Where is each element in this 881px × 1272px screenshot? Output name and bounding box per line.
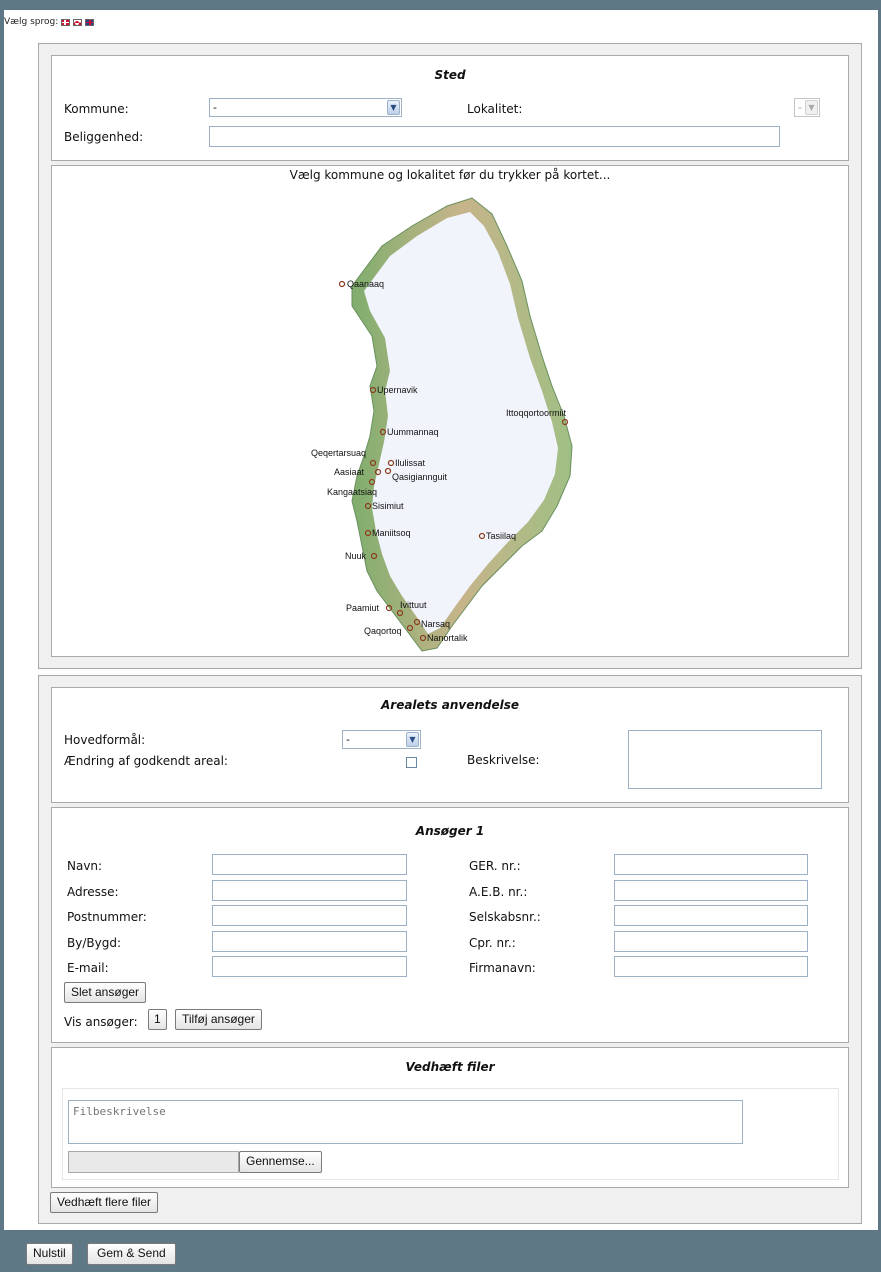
town-label: Maniitsoq bbox=[372, 528, 411, 538]
inland-ice bbox=[364, 212, 558, 634]
kommune-select[interactable]: - ▼ bbox=[209, 98, 402, 117]
town-label: Kangaatsiaq bbox=[327, 487, 377, 497]
file-attachment-row: Gennemse... bbox=[62, 1088, 839, 1180]
language-label: Vælg sprog: bbox=[4, 17, 59, 27]
adresse-label: Adresse: bbox=[67, 885, 119, 899]
ger-nr-label: GER. nr.: bbox=[469, 859, 521, 873]
town-qaanaaq-marker bbox=[338, 280, 346, 288]
navn-input[interactable] bbox=[212, 854, 407, 875]
town-label: Sisimiut bbox=[372, 501, 404, 511]
sted-panel: Sted Kommune: - ▼ Lokalitet: - ▼ Beligge… bbox=[51, 55, 849, 161]
kommune-label: Kommune: bbox=[64, 102, 129, 116]
town-label: Paamiut bbox=[346, 603, 380, 613]
beliggenhed-label: Beliggenhed: bbox=[64, 130, 144, 144]
file-path-input[interactable] bbox=[68, 1151, 239, 1173]
vedhaeft-title: Vedhæft filer bbox=[405, 1060, 495, 1074]
lokalitet-value: - bbox=[798, 101, 802, 114]
sted-title: Sted bbox=[434, 68, 466, 82]
chevron-down-icon: ▼ bbox=[406, 732, 419, 747]
town-label: Tasiilaq bbox=[486, 531, 516, 541]
hovedformaal-value: - bbox=[346, 733, 350, 746]
vedhaeft-flere-button[interactable]: Vedhæft flere filer bbox=[50, 1192, 159, 1213]
lokalitet-select[interactable]: - ▼ bbox=[794, 98, 820, 117]
anvendelse-panel: Arealets anvendelse Hovedformål: - ▼ Ænd… bbox=[51, 687, 849, 803]
language-bar: Vælg sprog: bbox=[4, 17, 95, 27]
town-label: Nanortalik bbox=[427, 633, 468, 643]
town-label: Ittoqqortoormiit bbox=[506, 408, 567, 418]
firmanavn-label: Firmanavn: bbox=[469, 961, 536, 975]
town-label: Nuuk bbox=[345, 551, 367, 561]
town-label: Qasigiannguit bbox=[392, 472, 448, 482]
anvendelse-title: Arealets anvendelse bbox=[380, 698, 520, 712]
cpr-nr-label: Cpr. nr.: bbox=[469, 936, 516, 950]
tilfoej-ansoeger-button[interactable]: Tilføj ansøger bbox=[175, 1009, 262, 1030]
nulstil-button[interactable]: Nulstil bbox=[26, 1243, 73, 1265]
greenlandic-flag-icon[interactable] bbox=[73, 18, 83, 26]
gem-send-button[interactable]: Gem & Send bbox=[87, 1243, 176, 1265]
postnummer-input[interactable] bbox=[212, 905, 407, 926]
map-panel: Vælg kommune og lokalitet før du trykker… bbox=[51, 165, 849, 657]
aeb-nr-label: A.E.B. nr.: bbox=[469, 885, 528, 899]
aendring-label: Ændring af godkendt areal: bbox=[64, 754, 228, 768]
ansoeger-page-button[interactable]: 1 bbox=[148, 1009, 167, 1030]
selskabsnr-input[interactable] bbox=[614, 905, 808, 926]
vis-ansoeger-label: Vis ansøger: bbox=[64, 1015, 138, 1029]
english-flag-icon[interactable] bbox=[85, 18, 95, 26]
by-bygd-input[interactable] bbox=[212, 931, 407, 952]
vedhaeft-panel: Vedhæft filer Gennemse... bbox=[51, 1047, 849, 1188]
firmanavn-input[interactable] bbox=[614, 956, 808, 977]
by-bygd-label: By/Bygd: bbox=[67, 936, 121, 950]
hovedformaal-label: Hovedformål: bbox=[64, 733, 146, 747]
town-label: Qaqortoq bbox=[364, 626, 402, 636]
danish-flag-icon[interactable] bbox=[61, 18, 71, 26]
hovedformaal-select[interactable]: - ▼ bbox=[342, 730, 421, 749]
beskrivelse-label: Beskrivelse: bbox=[467, 753, 540, 767]
aeb-nr-input[interactable] bbox=[614, 880, 808, 901]
beskrivelse-textarea[interactable] bbox=[628, 730, 822, 789]
adresse-input[interactable] bbox=[212, 880, 407, 901]
postnummer-label: Postnummer: bbox=[67, 910, 147, 924]
chevron-down-icon: ▼ bbox=[805, 100, 818, 115]
ansoeger-panel: Ansøger 1 Navn: Adresse: Postnummer: By/… bbox=[51, 807, 849, 1043]
map-caption: Vælg kommune og lokalitet før du trykker… bbox=[289, 168, 611, 182]
filbeskrivelse-textarea[interactable] bbox=[68, 1100, 743, 1144]
selskabsnr-label: Selskabsnr.: bbox=[469, 910, 541, 924]
town-label: Uummannaq bbox=[387, 427, 439, 437]
town-label: Narsaq bbox=[421, 619, 450, 629]
lokalitet-label: Lokalitet: bbox=[467, 102, 523, 116]
navn-label: Navn: bbox=[67, 859, 103, 873]
town-label: Qeqertarsuaq bbox=[311, 448, 366, 458]
email-label: E-mail: bbox=[67, 961, 109, 975]
greenland-map[interactable]: Qaanaaq Upernavik Ittoqqortoormiit Uumma… bbox=[52, 186, 848, 656]
slet-ansoeger-button[interactable]: Slet ansøger bbox=[64, 982, 147, 1003]
email-input[interactable] bbox=[212, 956, 407, 977]
town-label: Qaanaaq bbox=[347, 279, 384, 289]
beliggenhed-input[interactable] bbox=[209, 126, 780, 147]
town-label: Ilulissat bbox=[395, 458, 426, 468]
ger-nr-input[interactable] bbox=[614, 854, 808, 875]
chevron-down-icon: ▼ bbox=[387, 100, 400, 115]
cpr-nr-input[interactable] bbox=[614, 931, 808, 952]
town-label: Aasiaat bbox=[334, 467, 365, 477]
ansoeger-title: Ansøger 1 bbox=[415, 824, 485, 838]
town-label: Ivittuut bbox=[400, 600, 427, 610]
aendring-checkbox[interactable] bbox=[406, 757, 417, 768]
kommune-value: - bbox=[213, 101, 217, 114]
gennemse-button[interactable]: Gennemse... bbox=[239, 1151, 322, 1173]
town-label: Upernavik bbox=[377, 385, 418, 395]
